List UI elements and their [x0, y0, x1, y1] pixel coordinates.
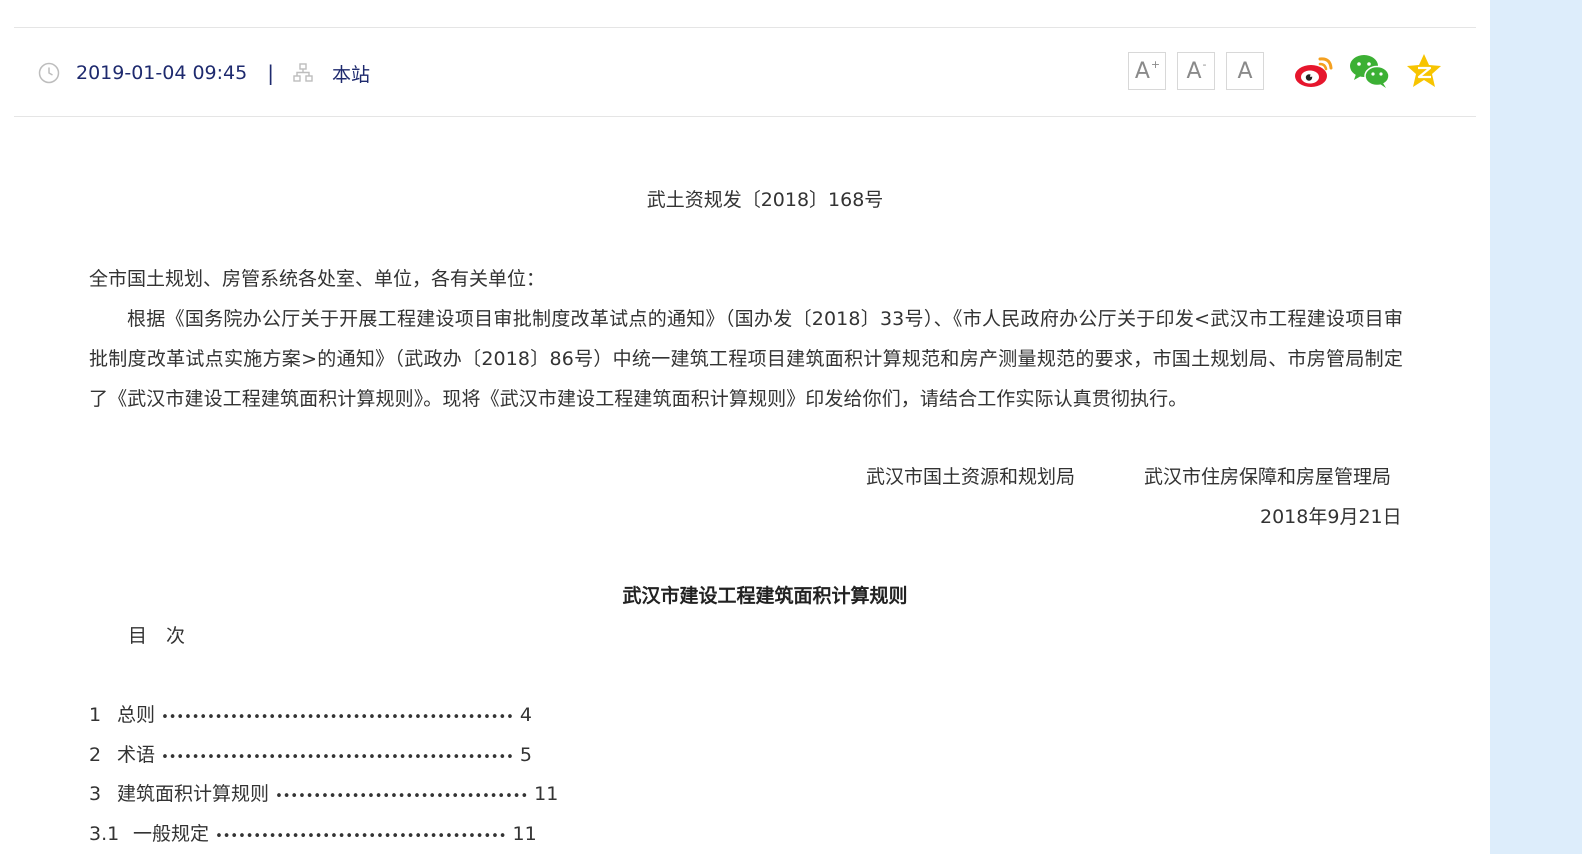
toc-title: 建筑面积计算规则	[117, 783, 270, 805]
font-decrease-label: A	[1186, 58, 1202, 84]
issue-date: 2018年9月21日	[1260, 506, 1402, 528]
meta-separator: |	[267, 61, 274, 85]
top-divider	[14, 27, 1476, 28]
font-decrease-button[interactable]: A-	[1177, 52, 1215, 90]
article-meta: 2019-01-04 09:45 | 本站	[38, 58, 370, 88]
font-reset-button[interactable]: A	[1226, 52, 1264, 90]
article-panel: 2019-01-04 09:45 | 本站 A + A- A 武土资规发〔201…	[0, 0, 1490, 854]
wechat-icon[interactable]	[1349, 53, 1391, 89]
issuer-housing-bureau: 武汉市住房保障和房屋管理局	[1144, 466, 1392, 488]
salutation: 全市国土规划、房管系统各处室、单位，各有关单位：	[89, 268, 546, 290]
right-sidebar-background	[1490, 0, 1582, 854]
font-increase-sup: +	[1150, 57, 1161, 71]
toc-entry[interactable]: 1 总则 ••••••••••••••••••••••••••••••••••••…	[89, 702, 532, 731]
toc-page: 11	[534, 783, 559, 805]
rule-title: 武汉市建设工程建筑面积计算规则	[622, 585, 908, 607]
page: 2019-01-04 09:45 | 本站 A + A- A 武土资规发〔201…	[0, 0, 1582, 854]
toc-page: 11	[512, 823, 537, 845]
toc-number: 1	[89, 704, 102, 726]
toolbar: A + A- A	[1128, 52, 1457, 90]
toc-heading: 目 次	[128, 625, 186, 647]
font-decrease-sup: -	[1202, 57, 1207, 71]
toc-leader: ••••••••••••••••••••••••••••••••••••••	[215, 829, 507, 844]
toc-title: 术语	[117, 744, 156, 766]
toc-leader: •••••••••••••••••••••••••••••••••	[275, 789, 529, 804]
toc-number: 3	[89, 783, 102, 805]
clock-icon	[38, 62, 60, 84]
article-source: 本站	[331, 63, 370, 86]
weibo-icon[interactable]	[1293, 53, 1335, 89]
meta-divider	[14, 116, 1476, 117]
toc-number: 2	[89, 744, 102, 766]
article-body: 根据《国务院办公厅关于开展工程建设项目审批制度改革试点的通知》（国办发〔2018…	[89, 308, 1403, 410]
toc-entry[interactable]: 3 建筑面积计算规则 ••••••••••••••••••••••••••••••…	[89, 781, 558, 810]
toc-leader: ••••••••••••••••••••••••••••••••••••••••…	[161, 710, 514, 725]
toc-title: 总则	[117, 704, 156, 726]
publish-date: 2019-01-04 09:45	[76, 62, 248, 84]
font-increase-button[interactable]: A +	[1128, 52, 1166, 90]
toc-leader: ••••••••••••••••••••••••••••••••••••••••…	[161, 750, 514, 765]
font-reset-label: A	[1237, 58, 1253, 84]
toc-entry[interactable]: 3.1 一般规定 ••••••••••••••••••••••••••••••••…	[89, 821, 537, 850]
sitemap-icon	[292, 62, 314, 84]
issuer-land-bureau: 武汉市国土资源和规划局	[866, 466, 1076, 488]
toc-page: 5	[519, 744, 532, 766]
toc-page: 4	[519, 704, 532, 726]
document-number: 武土资规发〔2018〕168号	[646, 189, 884, 211]
share-bar	[1293, 53, 1457, 89]
qzone-icon[interactable]	[1405, 53, 1443, 89]
toc-number: 3.1	[89, 823, 120, 845]
font-increase-label: A	[1134, 58, 1150, 84]
toc-entry[interactable]: 2 术语 ••••••••••••••••••••••••••••••••••••…	[89, 742, 532, 771]
toc-title: 一般规定	[133, 823, 210, 845]
